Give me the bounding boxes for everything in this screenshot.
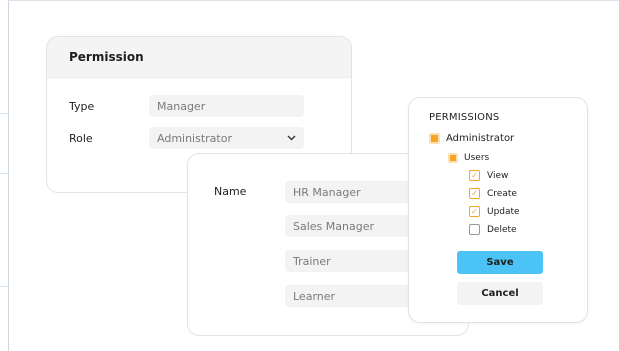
role-tree-label: Administrator xyxy=(446,133,515,144)
permission-label: View xyxy=(487,170,509,181)
grid-line xyxy=(0,113,8,114)
type-field[interactable]: Manager xyxy=(149,95,304,117)
permissions-panel: PERMISSIONS Administrator Users ✓ View ✓… xyxy=(408,97,588,323)
grid-line xyxy=(8,0,619,1)
name-value: HR Manager xyxy=(293,185,361,199)
checkbox-checked-icon[interactable]: ✓ xyxy=(469,206,480,217)
group-tree-label: Users xyxy=(464,153,490,163)
cancel-button[interactable]: Cancel xyxy=(457,282,543,305)
permission-create[interactable]: ✓ Create xyxy=(469,188,517,199)
chevron-down-icon xyxy=(287,133,296,144)
permission-update[interactable]: ✓ Update xyxy=(469,206,520,217)
role-value: Administrator xyxy=(157,131,232,145)
role-row: Role Administrator xyxy=(69,127,304,149)
type-row: Type Manager xyxy=(69,95,304,117)
role-label: Role xyxy=(69,131,93,145)
name-label: Name xyxy=(214,185,247,198)
role-tree-item[interactable]: Administrator xyxy=(429,133,514,144)
permission-label: Delete xyxy=(487,224,517,235)
group-tree-item[interactable]: Users xyxy=(448,153,489,163)
grid-line xyxy=(0,173,8,174)
permission-label: Create xyxy=(487,188,517,199)
permission-label: Update xyxy=(487,206,520,217)
type-value: Manager xyxy=(157,99,206,113)
role-select[interactable]: Administrator xyxy=(149,127,304,149)
name-value: Sales Manager xyxy=(293,219,374,233)
grid-line xyxy=(0,286,8,287)
checkbox-checked-icon[interactable]: ✓ xyxy=(469,188,480,199)
permissions-title: PERMISSIONS xyxy=(429,112,500,123)
checkbox-checked-icon[interactable]: ✓ xyxy=(469,170,480,181)
permission-card-title: Permission xyxy=(47,37,351,78)
type-label: Type xyxy=(69,99,95,113)
permission-view[interactable]: ✓ View xyxy=(469,170,508,181)
name-value: Learner xyxy=(293,289,336,303)
permission-delete[interactable]: Delete xyxy=(469,224,517,235)
partial-check-icon xyxy=(429,133,440,144)
partial-check-icon xyxy=(448,153,458,163)
name-value: Trainer xyxy=(293,254,331,268)
save-button[interactable]: Save xyxy=(457,251,543,274)
checkbox-empty-icon[interactable] xyxy=(469,224,480,235)
